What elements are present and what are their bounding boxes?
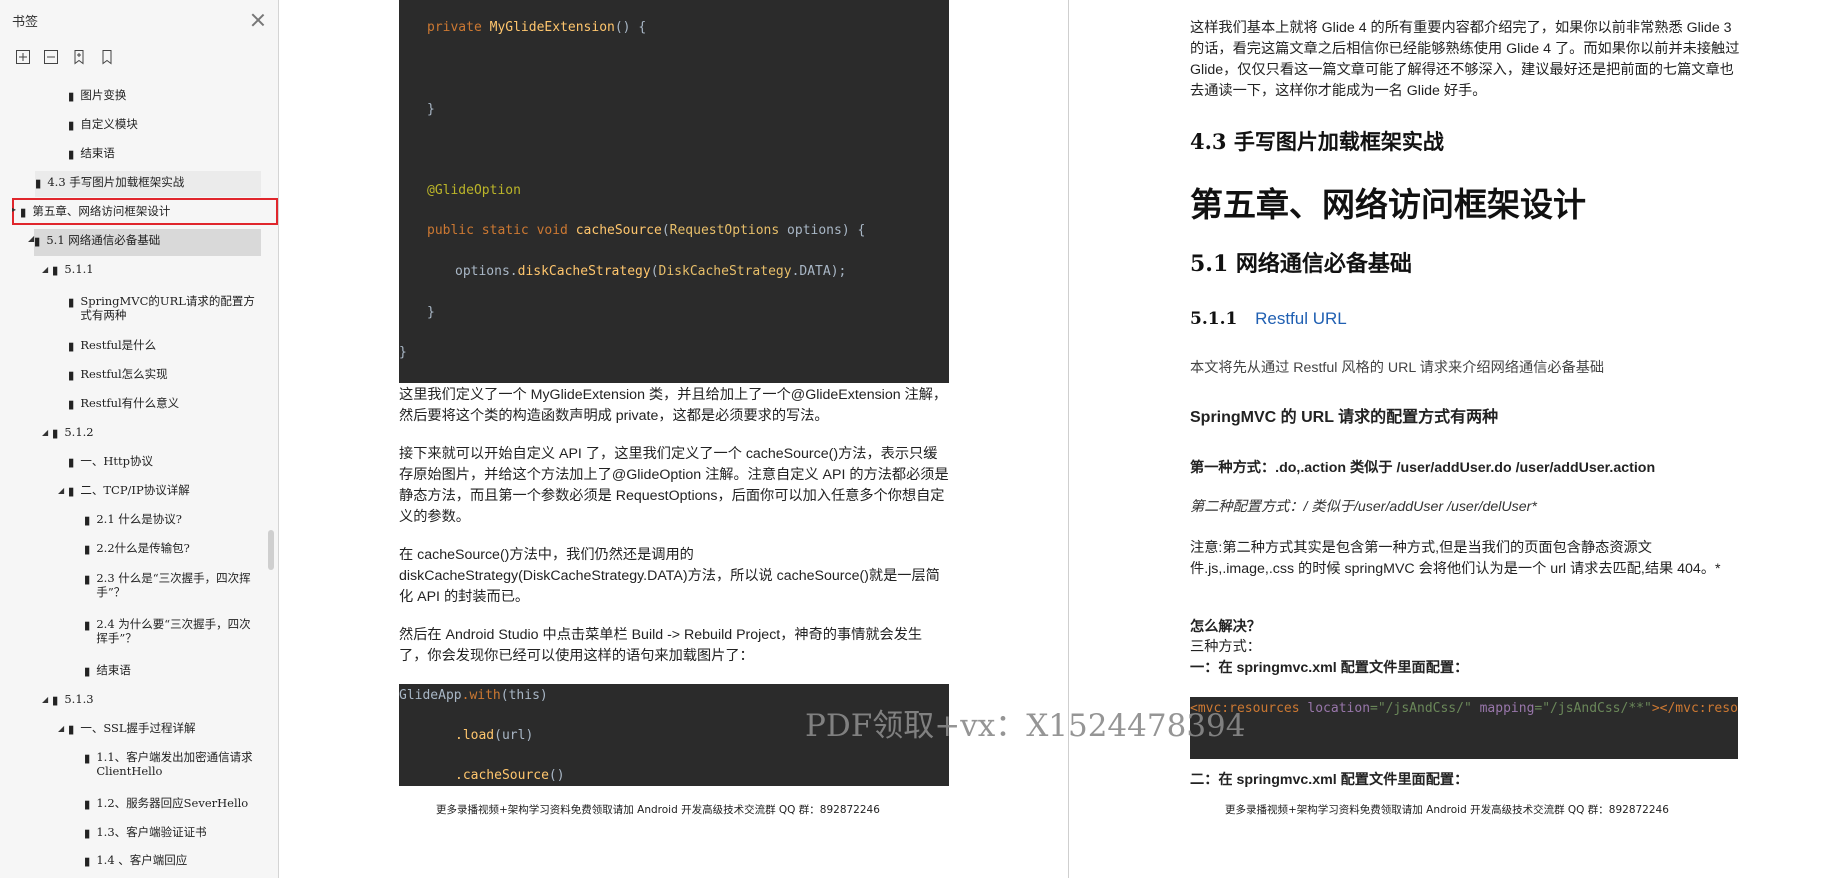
bookmark-add-icon[interactable] (70, 48, 88, 66)
tree-item[interactable]: ▮ 2.3 什么是“三次握手，四次挥手”？ (84, 571, 254, 599)
sidebar-scrollbar[interactable] (268, 530, 274, 570)
paragraph: 本文将先从通过 Restful 风格的 URL 请求来介绍网络通信必备基础 (1190, 360, 1605, 376)
tree-item[interactable]: ▮ 5.1.2 (52, 425, 266, 440)
paragraph: 在 cacheSource()方法中，我们仍然还是调用的 diskCacheSt… (399, 547, 940, 605)
tree-item[interactable]: ▮ 图片变换 (68, 88, 266, 103)
heading-5-1: 5.1 网络通信必备基础 (1190, 251, 1412, 277)
tree-item[interactable]: ▮ SpringMVC的URL请求的配置方式有两种 (68, 294, 258, 322)
paragraph: 这样我们基本上就将 Glide 4 的所有重要内容都介绍完了，如果你以前非常熟悉… (1190, 20, 1740, 99)
page-divider (1068, 0, 1069, 878)
bookmark-icon[interactable] (98, 48, 116, 66)
tree-item-selected[interactable]: ▮ 第五章、网络访问框架设计 (12, 198, 278, 225)
xml-code-block: <mvc:resources location="/jsAndCss/" map… (1190, 697, 1738, 759)
tree-item[interactable]: ▮ 4.3 手写图片加载框架实战 (35, 171, 261, 197)
bookmark-tree: ▮ 图片变换 ▮ 自定义模块 ▮ 结束语 ▮ 4.3 手写图片加载框架实战 ▮ 第五章、网… (0, 74, 278, 868)
bookmarks-panel: 书签 ▮ 图片变换 ▮ 自定义模块 ▮ 结束语 ▮ 4.3 手写图片加载框架实战 ▮ 第五… (0, 0, 279, 878)
tree-item[interactable]: ▮ 结束语 (84, 663, 266, 678)
paragraph: 第二种配置方式：/ 类似于/user/addUser /user/delUser… (1190, 499, 1537, 515)
watermark: PDF领取+vx：X1524478394 (805, 708, 1246, 744)
collapse-all-icon[interactable] (42, 48, 60, 66)
bookmarks-toolbar (0, 40, 278, 74)
heading-4-3: 4.3 手写图片加载框架实战 (1190, 129, 1444, 154)
tree-item[interactable]: ▮ 2.1 什么是协议? (84, 512, 266, 527)
paragraph: 注意:第二种方式其实是包含第一种方式,但是当我们的页面包含静态资源文件.js,.… (1190, 540, 1721, 577)
code-block: private MyGlideExtension() { } @GlideOpt… (399, 0, 949, 383)
expand-all-icon[interactable] (14, 48, 32, 66)
bookmarks-header: 书签 (0, 0, 278, 40)
tree-item[interactable]: ▮ 5.1.3 (52, 692, 266, 707)
expand-arrow-icon[interactable]: ▸ (12, 205, 16, 214)
paragraph: 一：在 springmvc.xml 配置文件里面配置： (1190, 660, 1469, 676)
paragraph: 第一种方式：.do,.action 类似于 /user/addUser.do /… (1190, 460, 1656, 476)
tree-item[interactable]: ▮ 2.4 为什么要“三次握手，四次挥手”？ (84, 617, 254, 645)
collapse-arrow-icon[interactable]: ◢ (28, 234, 34, 243)
collapse-arrow-icon[interactable]: ◢ (42, 265, 48, 274)
page-footer: 更多录播视频+架构学习资料免费领取请加 Android 开发高级技术交流群 QQ… (1225, 804, 1669, 816)
tree-item[interactable]: ▮ 1.1、客户端发出加密通信请求ClientHello (84, 750, 256, 778)
tree-item[interactable]: ▮ 1.2、服务器回应SeverHello (84, 796, 266, 811)
bookmarks-title: 书签 (12, 14, 39, 30)
collapse-arrow-icon[interactable]: ◢ (58, 486, 64, 495)
collapse-arrow-icon[interactable]: ◢ (42, 695, 48, 704)
heading-chapter-5: 第五章、网络访问框架设计 (1190, 185, 1586, 224)
paragraph: 这里我们定义了一个 MyGlideExtension 类，并且给加上了一个@Gl… (399, 387, 948, 424)
paragraph: 三种方式： (1190, 639, 1261, 655)
tree-item[interactable]: ▮ 1.4 、客户端回应 (84, 853, 266, 868)
tree-item[interactable]: ▮ 二、TCP/IP协议详解 (68, 483, 266, 498)
paragraph: 然后在 Android Studio 中点击菜单栏 Build -> Rebui… (399, 627, 923, 664)
document-viewer: private MyGlideExtension() { } @GlideOpt… (279, 0, 1847, 878)
paragraph: 怎么解决？ (1190, 619, 1261, 635)
tree-item[interactable]: ▮ Restful是什么 (68, 338, 266, 353)
paragraph: 二：在 springmvc.xml 配置文件里面配置： (1190, 772, 1469, 788)
tree-item[interactable]: ▮ 结束语 (68, 146, 266, 161)
tree-item[interactable]: ▮ 5.1.1 (52, 262, 266, 277)
subheading: SpringMVC 的 URL 请求的配置方式有两种 (1190, 409, 1499, 426)
tree-item[interactable]: ▮ Restful有什么意义 (68, 396, 266, 411)
tree-item[interactable]: ▮ 一、SSL握手过程详解 (68, 721, 266, 736)
heading-5-1-1: 5.1.1 Restful URL (1190, 309, 1347, 329)
close-icon[interactable] (250, 12, 266, 28)
collapse-arrow-icon[interactable]: ◢ (42, 428, 48, 437)
tree-item[interactable]: ▮ 1.3、客户端验证证书 (84, 825, 266, 840)
tree-item[interactable]: ▮ 5.1 网络通信必备基础 (34, 229, 261, 256)
tree-item[interactable]: ▮ 一、Http协议 (68, 454, 266, 469)
tree-item[interactable]: ▮ Restful怎么实现 (68, 367, 266, 382)
paragraph: 接下来就可以开始自定义 API 了，这里我们定义了一个 cacheSource(… (399, 446, 949, 525)
page-footer: 更多录播视频+架构学习资料免费领取请加 Android 开发高级技术交流群 QQ… (436, 804, 880, 816)
tree-item[interactable]: ▮ 2.2什么是传输包? (84, 541, 266, 556)
tree-item[interactable]: ▮ 自定义模块 (68, 117, 266, 132)
collapse-arrow-icon[interactable]: ◢ (58, 724, 64, 733)
